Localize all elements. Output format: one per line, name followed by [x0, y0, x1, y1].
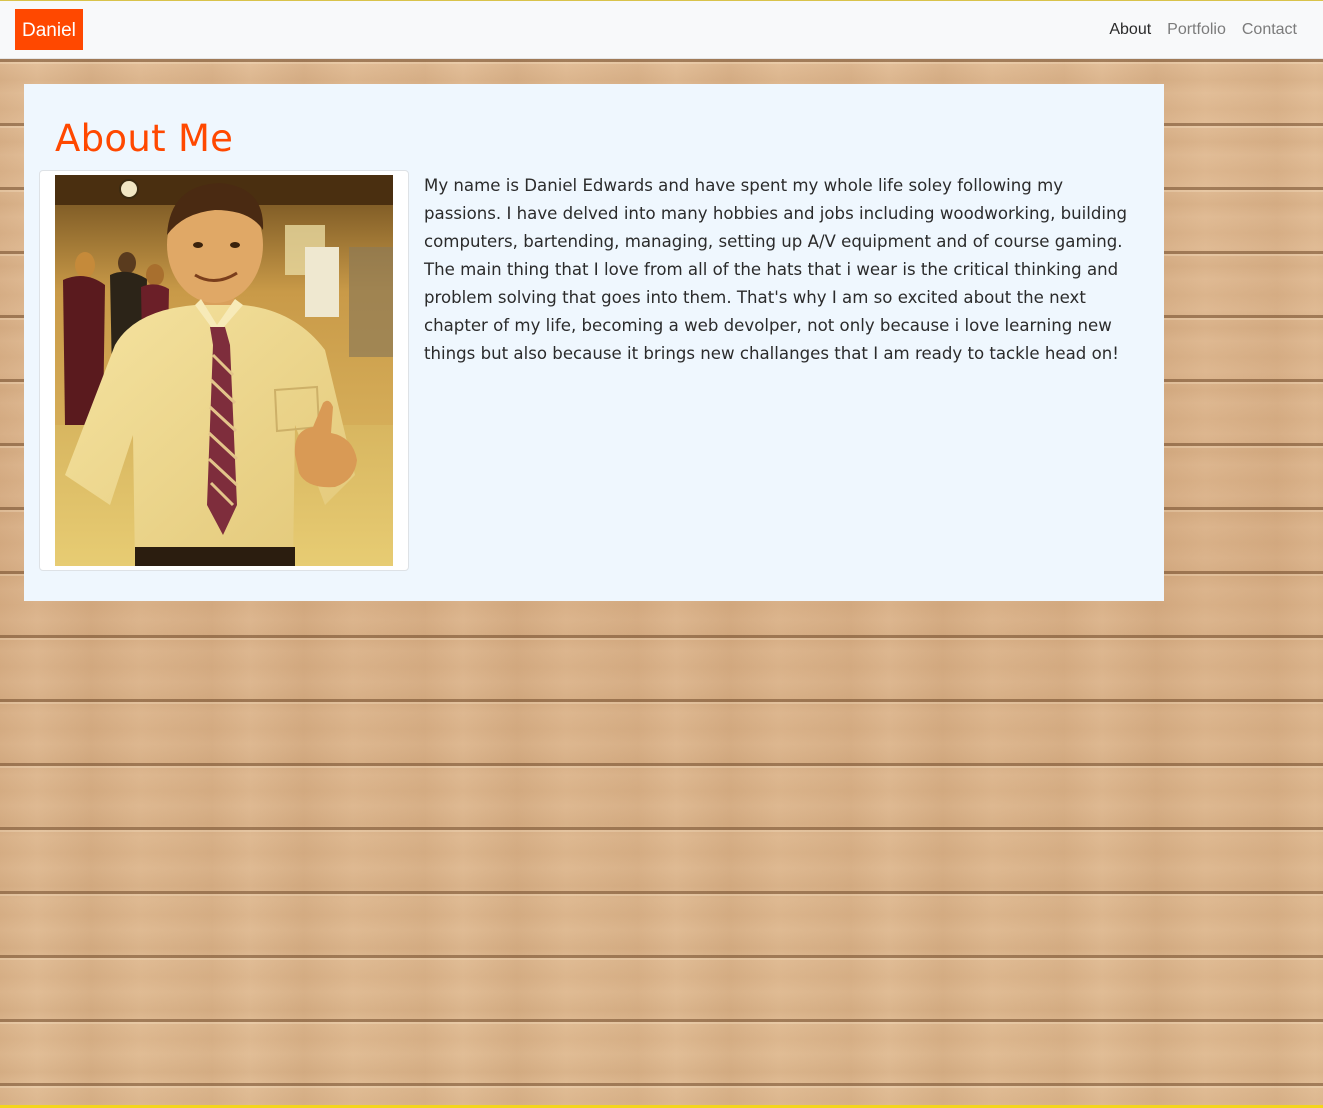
nav-link-contact[interactable]: Contact	[1242, 20, 1297, 40]
nav-link-portfolio[interactable]: Portfolio	[1167, 20, 1226, 40]
nav-links: About Portfolio Contact	[1109, 20, 1297, 40]
brand-logo-link[interactable]: Daniel	[15, 9, 83, 50]
profile-photo	[55, 175, 393, 566]
navbar: Daniel About Portfolio Contact	[0, 1, 1323, 59]
profile-photo-frame	[39, 170, 409, 571]
nav-link-about[interactable]: About	[1109, 20, 1151, 40]
page-title: About Me	[55, 117, 234, 160]
bio-paragraph: My name is Daniel Edwards and have spent…	[424, 176, 1128, 363]
about-card: About Me My name is Daniel Edwards and h…	[24, 84, 1164, 601]
profile-photo-illustration	[55, 175, 393, 566]
